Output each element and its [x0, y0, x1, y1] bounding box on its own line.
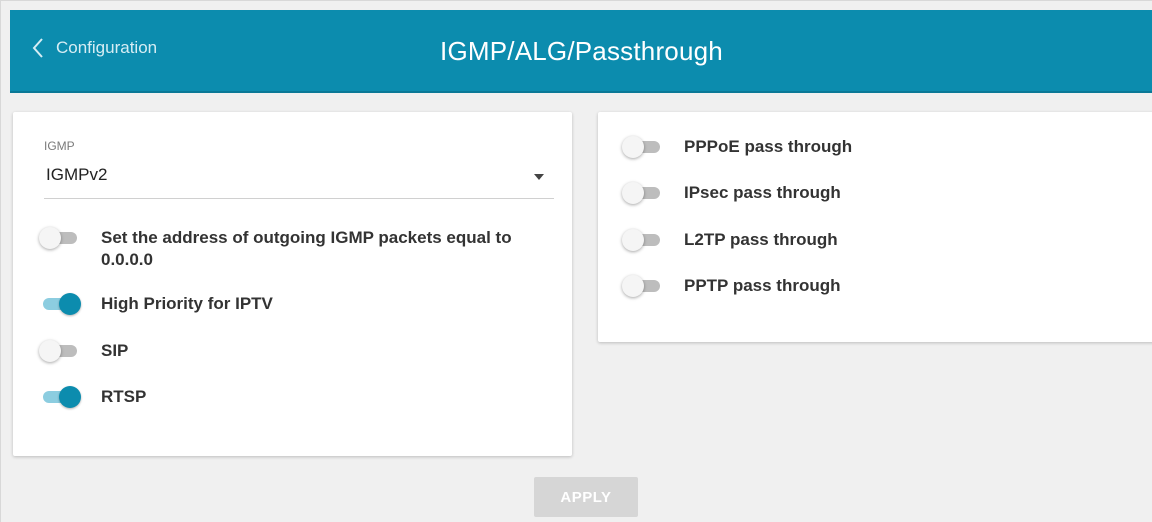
toggle-knob [39, 227, 61, 249]
toggle-knob [622, 275, 644, 297]
toggle-row-igmp-address: Set the address of outgoing IGMP packets… [39, 226, 549, 271]
igmp-settings-card: IGMP IGMPv2 Set the address of outgoing … [13, 112, 572, 456]
toggle-row-rtsp: RTSP [39, 385, 146, 409]
toggle-label-pptp: PPTP pass through [684, 276, 841, 295]
toggle-l2tp[interactable] [622, 228, 664, 252]
toggle-pppoe[interactable] [622, 135, 664, 159]
toggle-pptp[interactable] [622, 274, 664, 298]
toggle-igmp-address[interactable] [39, 226, 81, 250]
page-title: IGMP/ALG/Passthrough [440, 36, 723, 66]
page-header: Configuration IGMP/ALG/Passthrough [10, 10, 1152, 93]
toggle-ipsec[interactable] [622, 181, 664, 205]
toggle-iptv-priority[interactable] [39, 292, 81, 316]
toggle-row-sip: SIP [39, 339, 128, 363]
caret-down-icon [534, 174, 544, 180]
toggle-label-igmp-address: Set the address of outgoing IGMP packets… [101, 228, 512, 269]
igmp-select-label: IGMP [44, 139, 75, 153]
passthrough-settings-card: PPPoE pass through IPsec pass through L2… [598, 112, 1152, 342]
toggle-label-pppoe: PPPoE pass through [684, 137, 853, 156]
toggle-label-sip: SIP [101, 341, 129, 360]
toggle-row-pptp: PPTP pass through [622, 274, 841, 298]
toggle-knob [59, 386, 81, 408]
toggle-label-ipsec: IPsec pass through [684, 183, 841, 202]
toggle-sip[interactable] [39, 339, 81, 363]
igmp-select-value: IGMPv2 [46, 165, 108, 184]
toggle-knob [622, 136, 644, 158]
apply-button[interactable]: APPLY [534, 477, 638, 517]
toggle-label-l2tp: L2TP pass through [684, 230, 838, 249]
toggle-label-rtsp: RTSP [101, 387, 147, 406]
toggle-rtsp[interactable] [39, 385, 81, 409]
toggle-knob [59, 293, 81, 315]
toggle-row-l2tp: L2TP pass through [622, 228, 838, 252]
toggle-knob [39, 340, 61, 362]
toggle-knob [622, 182, 644, 204]
toggle-knob [622, 229, 644, 251]
toggle-row-iptv-priority: High Priority for IPTV [39, 292, 273, 316]
igmp-select-group: IGMP IGMPv2 [44, 139, 554, 199]
igmp-version-select[interactable]: IGMPv2 [44, 165, 554, 199]
toggle-row-ipsec: IPsec pass through [622, 181, 841, 205]
toggle-row-pppoe: PPPoE pass through [622, 135, 852, 159]
page-frame: Configuration IGMP/ALG/Passthrough IGMP … [0, 0, 1152, 522]
toggle-label-iptv-priority: High Priority for IPTV [101, 294, 273, 313]
